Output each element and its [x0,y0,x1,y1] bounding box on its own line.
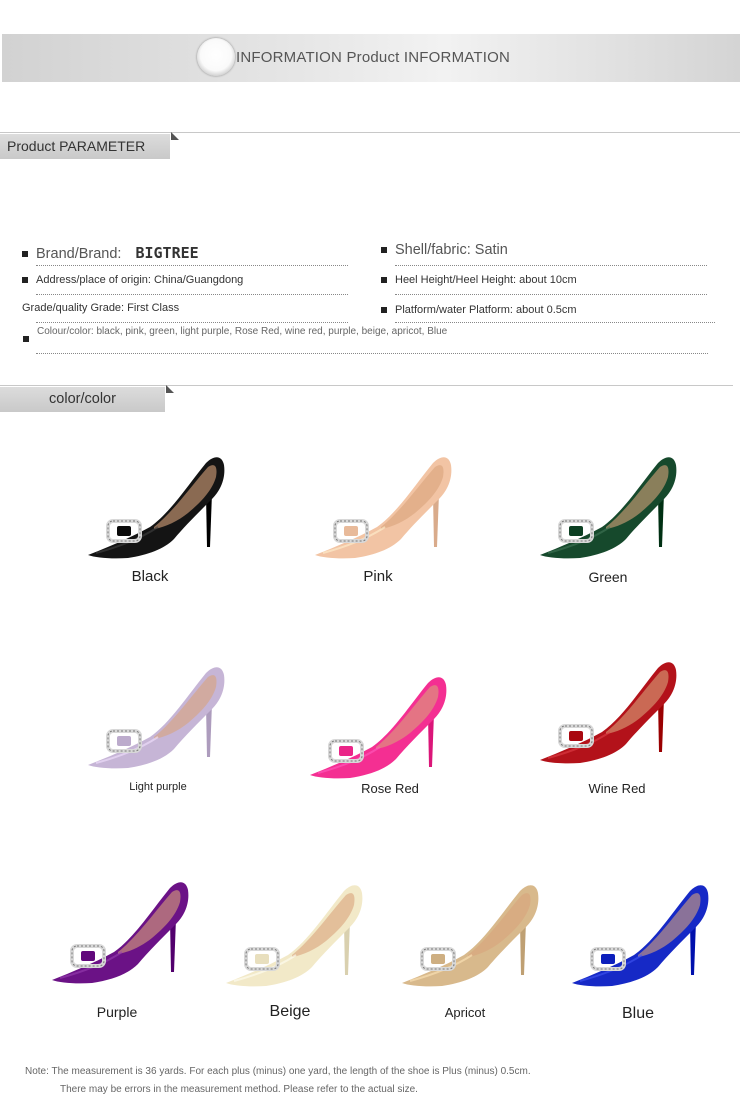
platform-text: Platform/water Platform: about 0.5cm [395,304,577,316]
address-text: Address/place of origin: China/Guangdong [36,274,244,286]
dotted-rule [36,294,348,295]
shoe-image-pink [315,457,452,559]
color-label-rose-red: Rose Red [361,781,419,796]
shoe-image-wine-red [540,662,677,764]
param-grade: Grade/quality Grade: First Class [22,302,179,314]
params-section-tab: Product PARAMETER [0,132,179,159]
bullet-icon [381,307,387,314]
shoe-image-purple [52,882,189,984]
color-label-pink: Pink [363,568,393,585]
shoe-image-rose-red [310,677,447,779]
dotted-rule [395,322,715,323]
color-section-title: color/color [49,391,116,407]
dotted-rule [36,353,708,354]
color-section-tab: color/color [0,385,174,412]
dotted-rule [395,265,707,266]
color-label-wine-red: Wine Red [588,781,646,796]
param-shell: Shell/fabric: Satin [381,242,508,258]
param-heel: Heel Height/Heel Height: about 10cm [381,274,577,286]
header-title: INFORMATION Product INFORMATION [236,49,510,66]
tab-notch [166,385,174,393]
note-line-1: Note: The measurement is 36 yards. For e… [25,1066,531,1077]
heel-text: Heel Height/Heel Height: about 10cm [395,274,577,286]
color-label-green: Green [588,569,628,585]
param-colour: Colour/color: black, pink, green, light … [37,326,448,337]
note-line-2: There may be errors in the measurement m… [60,1084,418,1095]
shoe-image-black [88,457,225,559]
dotted-rule [395,294,707,295]
param-address: Address/place of origin: China/Guangdong [22,274,243,286]
header-circle-ornament [197,38,235,76]
param-brand: Brand/Brand: BIGTREE [22,244,199,262]
shoe-image-green [540,457,677,559]
brand-label: Brand/Brand: [36,246,122,262]
color-label-purple: Purple [96,1004,138,1020]
grade-text: Grade/quality Grade: First Class [22,302,180,314]
bullet-icon [22,251,28,258]
section-divider [0,385,733,386]
bullet-icon [23,336,29,342]
bullet-icon [22,277,28,284]
bullet-icon [381,247,387,254]
dotted-rule [36,322,348,323]
dotted-rule [36,265,348,266]
params-section-title: Product PARAMETER [7,138,146,154]
brand-value: BIGTREE [135,244,199,262]
shoe-image-apricot [402,885,539,987]
shoe-image-light-purple [88,667,225,769]
color-label-black: Black [131,568,169,585]
color-label-light-purple: Light purple [129,781,187,793]
shoe-image-blue [572,885,709,987]
color-label-blue: Blue [621,1005,655,1022]
param-platform: Platform/water Platform: about 0.5cm [381,304,577,316]
color-label-beige: Beige [269,1003,311,1020]
bullet-icon [381,277,387,284]
tab-notch [171,132,179,140]
shoe-image-beige [226,885,363,987]
shell-text: Shell/fabric: Satin [395,242,508,258]
section-divider [0,132,740,133]
color-label-apricot: Apricot [444,1005,486,1020]
